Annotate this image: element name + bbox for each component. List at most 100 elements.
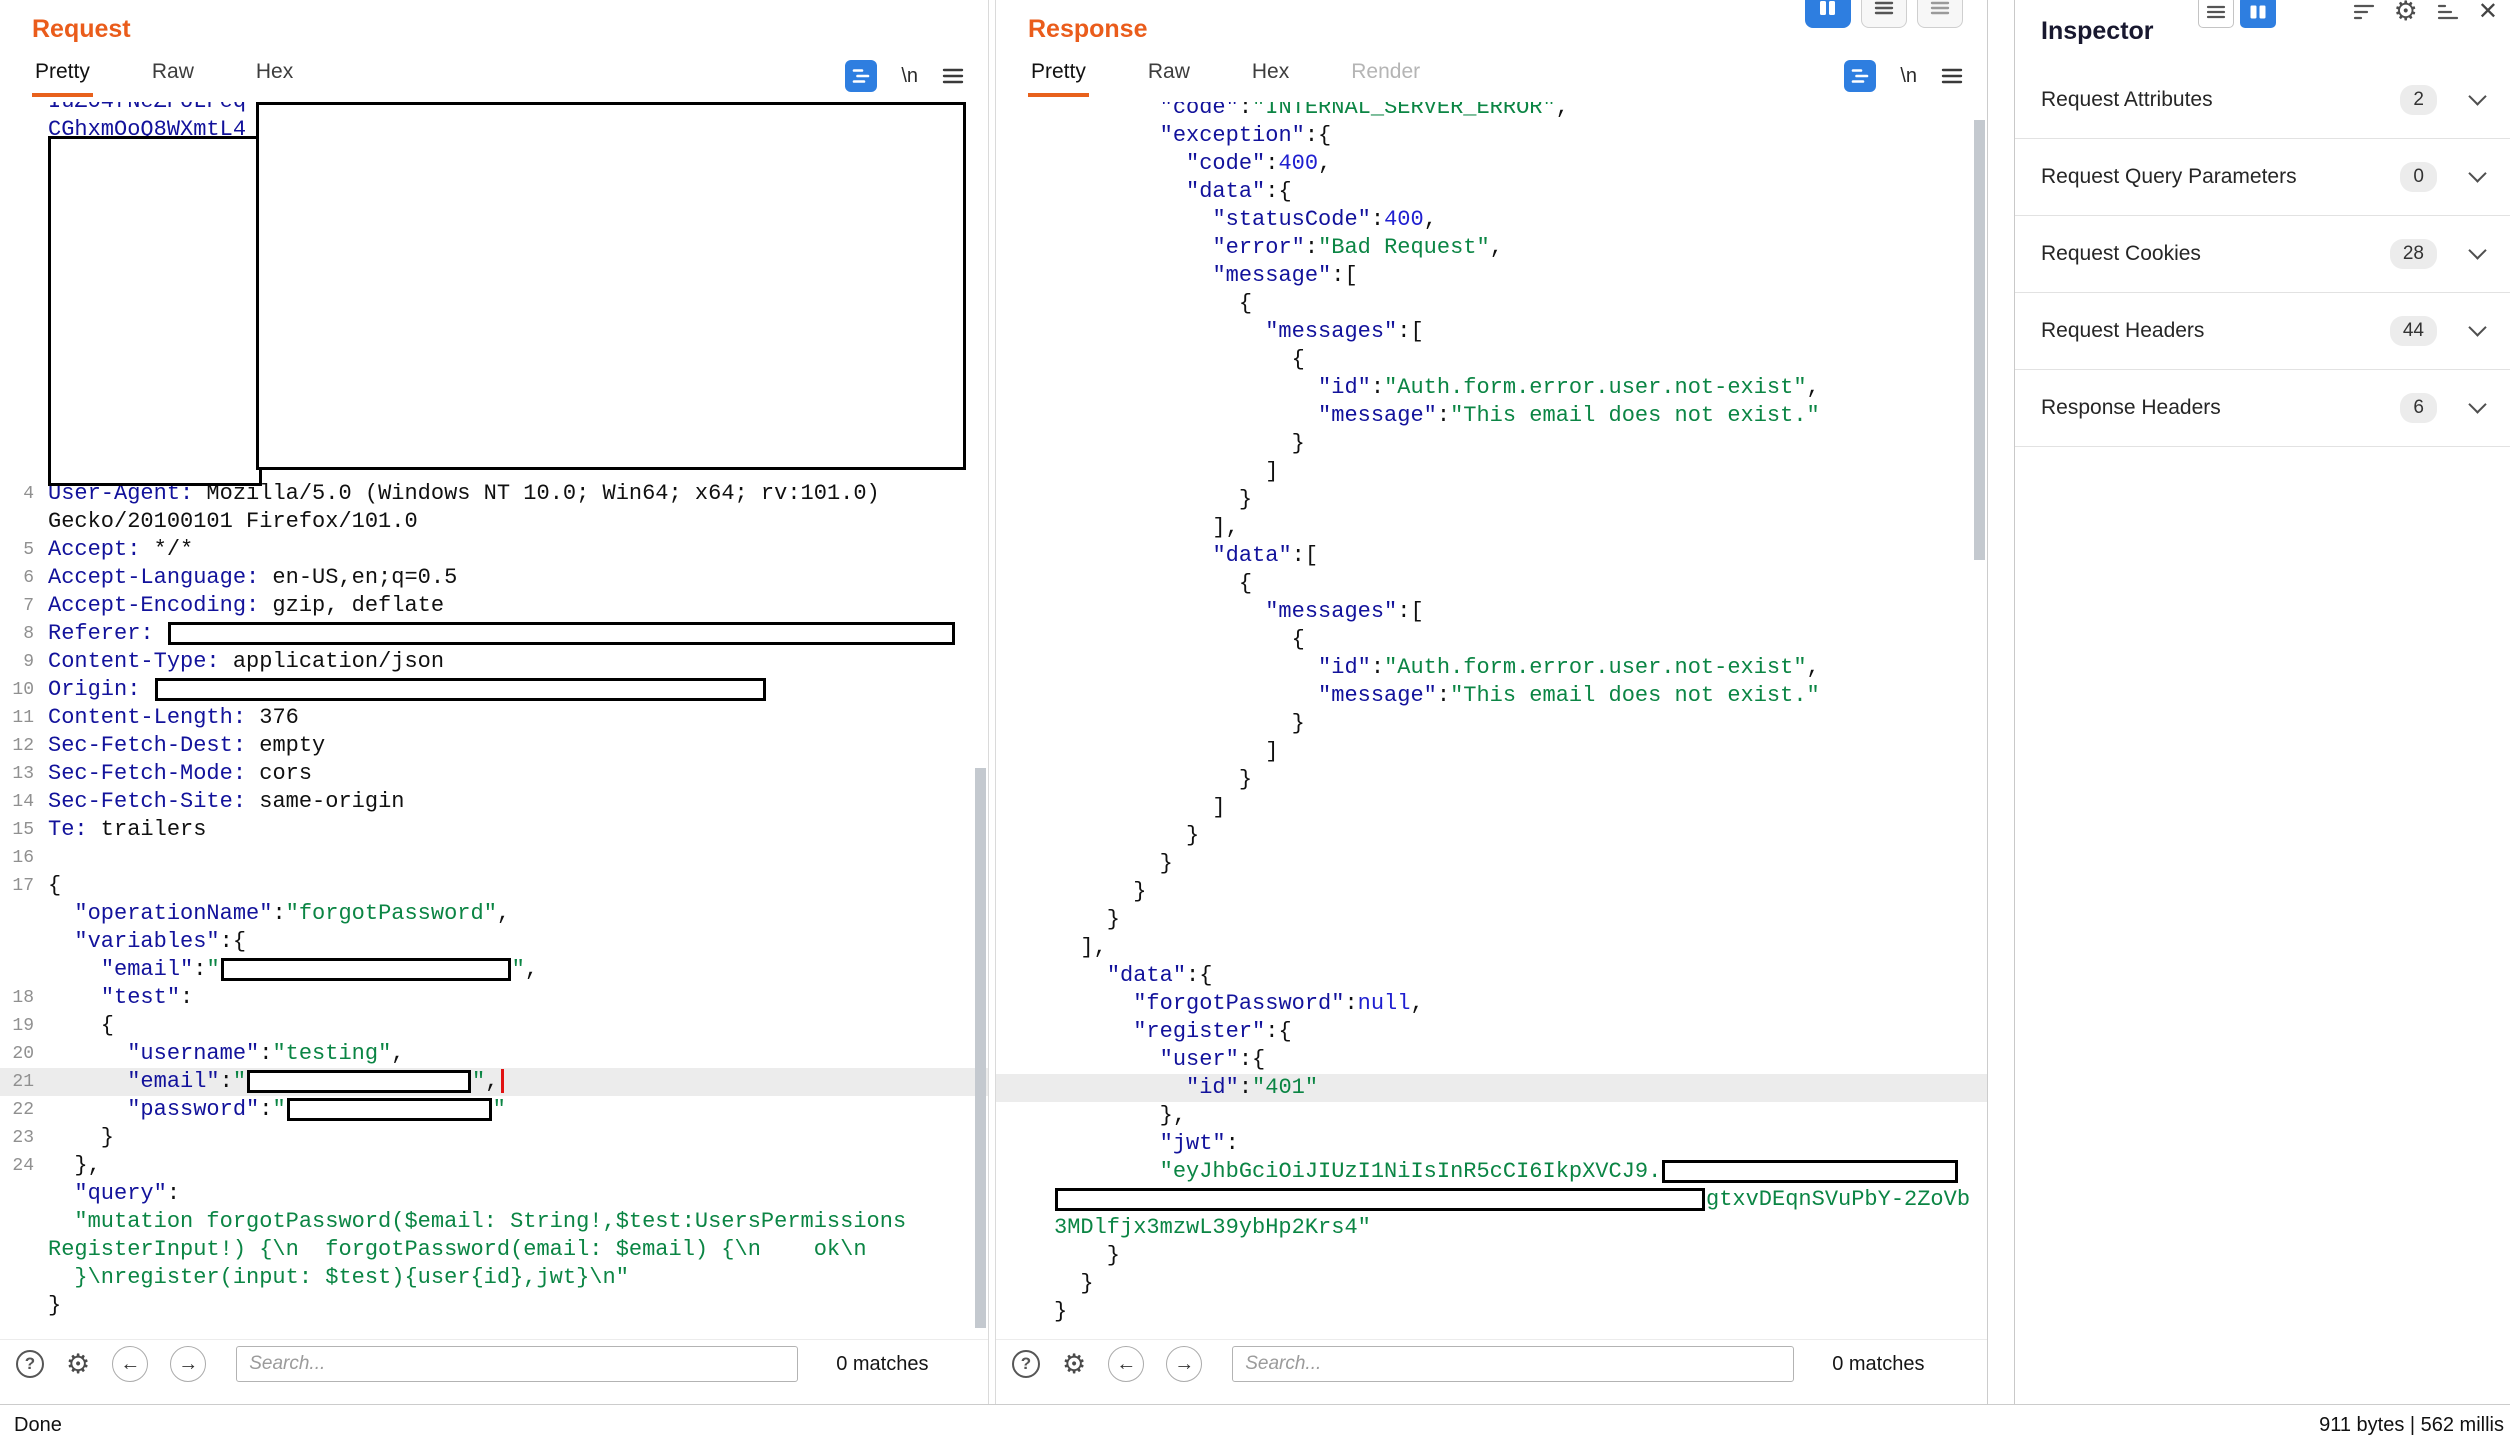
code-line: }	[996, 430, 1987, 458]
response-title: Response	[1028, 15, 1147, 44]
search-next-button[interactable]: →	[1166, 1346, 1202, 1382]
line-number	[0, 144, 34, 172]
code-line: 8Referer:	[0, 620, 988, 648]
inspector-header: Inspector ⚙ ✕	[2015, 0, 2510, 62]
close-icon[interactable]: ✕	[2478, 0, 2498, 24]
code-text: "messages":[	[996, 598, 1424, 626]
chevron-down-icon[interactable]	[2468, 164, 2486, 182]
code-line: "email":"",	[0, 956, 988, 984]
code-line: 12Sec-Fetch-Dest: empty	[0, 732, 988, 760]
response-tab-hex[interactable]: Hex	[1249, 58, 1292, 97]
line-number	[0, 284, 34, 312]
search-prev-button[interactable]: ←	[1108, 1346, 1144, 1382]
code-line: "code":"INTERNAL_SERVER_ERROR",	[996, 102, 1987, 122]
code-text: "jwt":	[996, 1130, 1239, 1158]
response-tab-pretty[interactable]: Pretty	[1028, 58, 1089, 97]
collapse-all-icon[interactable]	[2352, 2, 2376, 22]
request-scrollbar-thumb[interactable]	[975, 768, 986, 1328]
code-line: 24 },	[0, 1152, 988, 1180]
newline-toggle-icon[interactable]: \n	[901, 65, 918, 88]
chevron-down-icon[interactable]	[2468, 395, 2486, 413]
code-text: }	[996, 1270, 1094, 1298]
search-prev-button[interactable]: ←	[112, 1346, 148, 1382]
code-text: Gecko/20100101 Firefox/101.0	[34, 508, 418, 536]
response-scrollbar-thumb[interactable]	[1974, 120, 1985, 560]
response-editor[interactable]: "code":"INTERNAL_SERVER_ERROR", "excepti…	[996, 102, 1987, 1339]
code-text: },	[996, 1102, 1186, 1130]
code-line: "forgotPassword":null,	[996, 990, 1987, 1018]
code-text: gtxvDEqnSVuPbY-2ZoVb	[996, 1186, 1970, 1214]
code-line: "messages":[	[996, 318, 1987, 346]
code-line: 10Origin:	[0, 676, 988, 704]
response-tab-raw[interactable]: Raw	[1145, 58, 1193, 97]
code-line: 22 "password":""	[0, 1096, 988, 1124]
code-line: }	[996, 1242, 1987, 1270]
code-text: {	[996, 570, 1252, 598]
inspector-splitter[interactable]	[1988, 0, 2014, 1404]
inspector-settings-gear-icon[interactable]: ⚙	[2394, 0, 2418, 25]
pretty-print-icon[interactable]	[1844, 60, 1876, 92]
line-number: 11	[0, 704, 34, 732]
request-tab-hex[interactable]: Hex	[253, 58, 296, 97]
request-search-input[interactable]	[236, 1346, 798, 1382]
code-text	[34, 396, 48, 424]
inspector-section-request-attributes[interactable]: Request Attributes2	[2015, 62, 2510, 139]
code-text: ]	[996, 458, 1278, 486]
code-text: }	[34, 1292, 61, 1320]
code-text: ],	[996, 934, 1107, 962]
line-number	[0, 900, 34, 928]
inspector-section-response-headers[interactable]: Response Headers6	[2015, 370, 2510, 447]
inspector-column-view-icon[interactable]	[2240, 0, 2276, 28]
layout-tabs-icon[interactable]	[1917, 0, 1963, 28]
line-number	[0, 340, 34, 368]
editor-menu-icon[interactable]	[1941, 67, 1963, 85]
code-text: }\nregister(input: $test){user{id},jwt}\…	[34, 1264, 629, 1292]
code-text: RegisterInput!) {\n forgotPassword(email…	[34, 1236, 867, 1264]
request-panel: Request PrettyRawHex \n IuZ04fNeZPoLFeqC…	[0, 0, 988, 1404]
editor-menu-icon[interactable]	[942, 67, 964, 85]
help-icon[interactable]: ?	[16, 1350, 44, 1378]
layout-columns-icon[interactable]	[1805, 0, 1851, 28]
line-number	[0, 1180, 34, 1208]
search-next-button[interactable]: →	[170, 1346, 206, 1382]
chevron-down-icon[interactable]	[2468, 87, 2486, 105]
code-text: "exception":{	[996, 122, 1331, 150]
request-tab-raw[interactable]: Raw	[149, 58, 197, 97]
inspector-section-request-headers[interactable]: Request Headers44	[2015, 293, 2510, 370]
line-number	[0, 396, 34, 424]
layout-rows-icon[interactable]	[1861, 0, 1907, 28]
panel-splitter[interactable]	[988, 0, 996, 1404]
response-search-matches: 0 matches	[1832, 1353, 1924, 1376]
redaction-box	[221, 958, 511, 981]
expand-all-icon[interactable]	[2436, 2, 2460, 22]
code-text: Content-Length: 376	[34, 704, 299, 732]
newline-toggle-icon[interactable]: \n	[1900, 65, 1917, 88]
code-text: }	[996, 486, 1252, 514]
code-text: }	[996, 850, 1173, 878]
response-size-time-text: 911 bytes | 562 millis	[2319, 1414, 2504, 1437]
code-text: ]	[996, 738, 1278, 766]
count-badge: 0	[2400, 162, 2437, 192]
code-text: "error":"Bad Request",	[996, 234, 1503, 262]
response-search-input[interactable]	[1232, 1346, 1794, 1382]
request-tab-pretty[interactable]: Pretty	[32, 58, 93, 97]
code-text	[34, 284, 48, 312]
request-editor[interactable]: IuZ04fNeZPoLFeqCGhxmOoQ8WXmtL44User-Agen…	[0, 102, 988, 1339]
chevron-down-icon[interactable]	[2468, 318, 2486, 336]
chevron-down-icon[interactable]	[2468, 241, 2486, 259]
search-settings-gear-icon[interactable]: ⚙	[1062, 1351, 1086, 1378]
line-number	[0, 368, 34, 396]
inspector-section-request-query-parameters[interactable]: Request Query Parameters0	[2015, 139, 2510, 216]
code-line: "operationName":"forgotPassword",	[0, 900, 988, 928]
inspector-list-view-icon[interactable]	[2198, 0, 2234, 28]
pretty-print-icon[interactable]	[845, 60, 877, 92]
search-settings-gear-icon[interactable]: ⚙	[66, 1351, 90, 1378]
code-line: {	[996, 570, 1987, 598]
code-line: }	[996, 1270, 1987, 1298]
code-line: "id":"Auth.form.error.user.not-exist",	[996, 374, 1987, 402]
inspector-section-request-cookies[interactable]: Request Cookies28	[2015, 216, 2510, 293]
help-icon[interactable]: ?	[1012, 1350, 1040, 1378]
code-line: ]	[996, 794, 1987, 822]
inspector-title: Inspector	[2041, 17, 2154, 46]
count-badge: 28	[2390, 239, 2437, 269]
